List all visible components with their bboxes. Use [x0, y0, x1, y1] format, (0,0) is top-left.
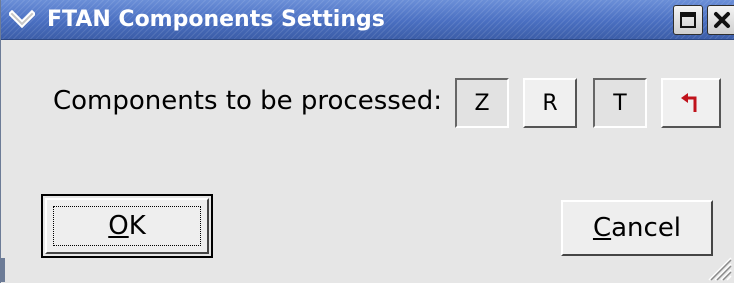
dialog-window: FTAN Components Settings Components to b… [0, 0, 734, 283]
resize-grip-icon[interactable] [701, 250, 733, 282]
window-menu-button[interactable] [3, 4, 41, 36]
close-icon [714, 12, 730, 28]
component-z-toggle[interactable]: Z [455, 78, 509, 128]
maximize-icon [680, 12, 696, 28]
component-r-toggle[interactable]: R [523, 78, 577, 128]
maximize-button[interactable] [673, 5, 703, 35]
ok-label: OK [108, 211, 146, 241]
ok-button[interactable]: OK [45, 198, 209, 254]
cancel-label: Cancel [592, 213, 682, 243]
cancel-button[interactable]: Cancel [561, 200, 713, 256]
window-edge [1, 258, 5, 282]
undo-button[interactable] [661, 78, 721, 128]
component-t-toggle[interactable]: T [593, 78, 647, 128]
window-title: FTAN Components Settings [47, 7, 385, 32]
chevron-down-icon [9, 10, 35, 29]
undo-arrow-icon [681, 93, 697, 112]
components-label: Components to be processed: [53, 86, 443, 116]
title-bar[interactable]: FTAN Components Settings [1, 0, 734, 40]
close-button[interactable] [707, 5, 734, 35]
